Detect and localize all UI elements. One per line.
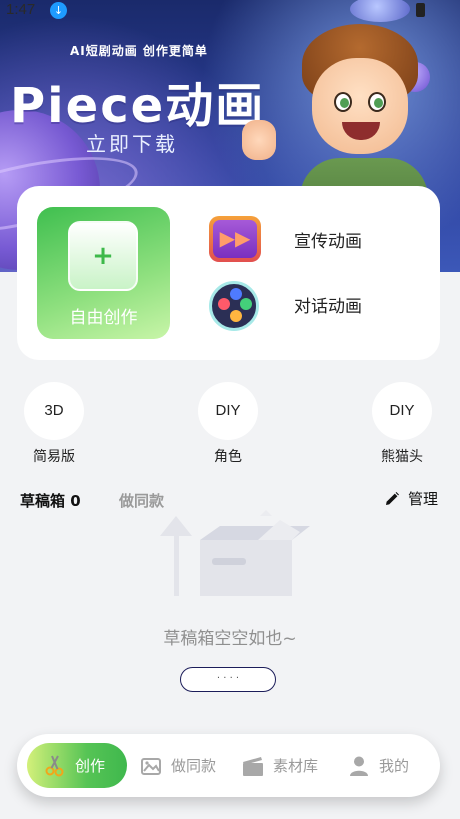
promo-animation-button[interactable]: ▶▶ 宣传动画 bbox=[209, 216, 419, 266]
quick-action-diy-panda[interactable]: DIY 熊猫头 bbox=[372, 382, 432, 466]
plus-icon: + bbox=[68, 221, 138, 291]
manage-label: 管理 bbox=[408, 490, 439, 508]
quick-action-badge: 3D bbox=[24, 382, 84, 440]
pencil-icon bbox=[386, 491, 399, 505]
user-icon bbox=[350, 756, 368, 776]
bottom-nav: 创作 做同款 素材库 我的 bbox=[17, 734, 440, 797]
status-time: 1:47 bbox=[6, 1, 36, 18]
empty-drafts-text: 草稿箱空空如也~ bbox=[163, 629, 297, 649]
quick-action-label: 熊猫头 bbox=[381, 449, 423, 465]
dialog-animation-button[interactable]: 对话动画 bbox=[209, 281, 419, 331]
free-create-label: 自由创作 bbox=[69, 308, 138, 328]
tab-same-style[interactable]: 做同款 bbox=[119, 490, 164, 511]
quick-action-label: 角色 bbox=[214, 449, 242, 465]
nav-same-style-label: 做同款 bbox=[171, 757, 217, 775]
empty-box-illustration bbox=[160, 510, 310, 596]
quick-action-badge: DIY bbox=[198, 382, 258, 440]
hero-title: Piece动画 bbox=[10, 78, 266, 134]
download-icon: ↓ bbox=[50, 2, 67, 19]
nav-create[interactable]: 创作 bbox=[27, 743, 127, 788]
hero-tagline: AI短剧动画 创作更简单 bbox=[70, 44, 208, 58]
nav-library[interactable]: 素材库 bbox=[241, 743, 318, 788]
tab-drafts[interactable]: 草稿箱 0 bbox=[20, 490, 81, 511]
nav-library-label: 素材库 bbox=[273, 757, 319, 775]
scissors-icon bbox=[45, 755, 64, 776]
nav-profile[interactable]: 我的 bbox=[347, 743, 409, 788]
mascot-eye bbox=[368, 92, 386, 112]
battery-icon bbox=[416, 3, 425, 17]
nav-same-style[interactable]: 做同款 bbox=[139, 743, 216, 788]
quick-action-diy-character[interactable]: DIY 角色 bbox=[198, 382, 258, 466]
create-card: + 自由创作 ▶▶ 宣传动画 对话动画 bbox=[17, 186, 440, 360]
download-now-link[interactable]: 立即下载 bbox=[86, 128, 178, 157]
dialog-icon bbox=[209, 281, 259, 331]
nav-profile-label: 我的 bbox=[379, 757, 410, 775]
mascot-hand bbox=[242, 120, 276, 160]
dialog-animation-label: 对话动画 bbox=[294, 297, 362, 317]
gallery-icon bbox=[141, 757, 161, 775]
empty-action-button[interactable]: · · · · bbox=[180, 667, 276, 692]
manage-button[interactable]: 管理 bbox=[384, 488, 438, 509]
quick-action-badge: DIY bbox=[372, 382, 432, 440]
promo-video-icon: ▶▶ bbox=[209, 216, 261, 262]
free-create-button[interactable]: + 自由创作 bbox=[37, 207, 170, 339]
mascot-eye bbox=[334, 92, 352, 112]
quick-action-3d-simple[interactable]: 3D 简易版 bbox=[24, 382, 84, 466]
clapperboard-icon bbox=[243, 756, 263, 776]
quick-action-label: 简易版 bbox=[33, 449, 75, 465]
nav-create-label: 创作 bbox=[75, 757, 106, 775]
promo-animation-label: 宣传动画 bbox=[294, 232, 362, 252]
status-bar: 1:47 ↓ bbox=[0, 0, 460, 22]
